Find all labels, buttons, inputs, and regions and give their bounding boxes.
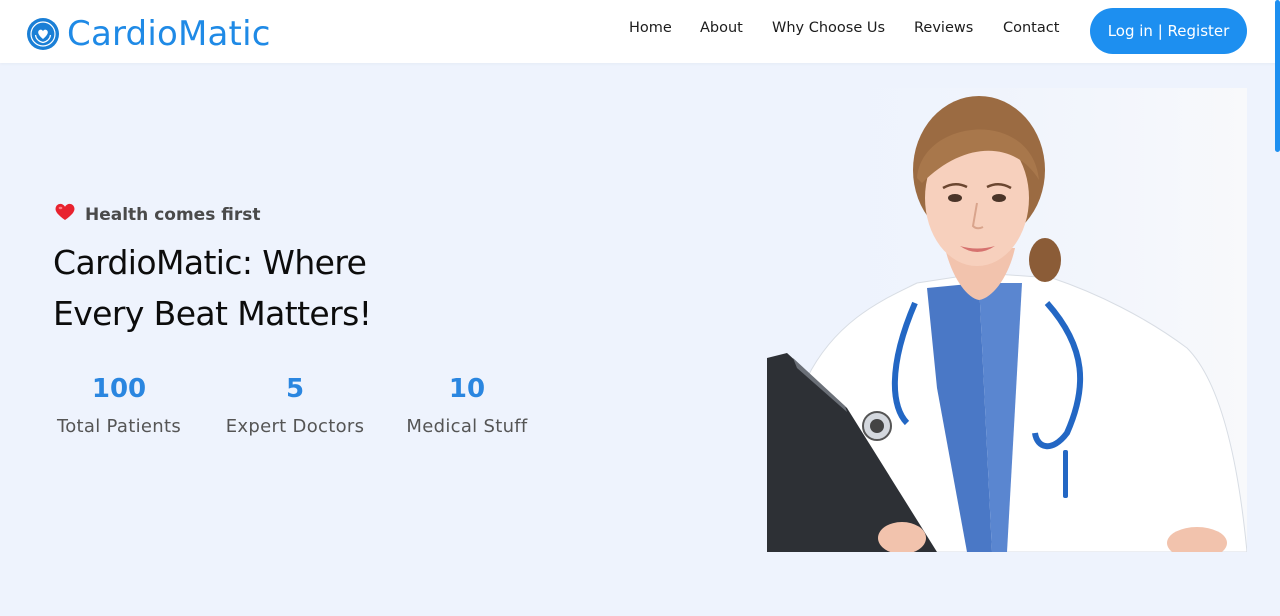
nav-home[interactable]: Home xyxy=(629,20,672,36)
nav-about[interactable]: About xyxy=(700,20,743,36)
stat-label: Medical Stuff xyxy=(406,416,528,437)
brand-logo-link[interactable]: CardioMatic xyxy=(27,14,271,54)
heart-icon xyxy=(55,203,75,226)
navbar: CardioMatic Home About Why Choose Us Rev… xyxy=(0,0,1280,63)
stat-expert-doctors: 5 Expert Doctors xyxy=(225,374,365,437)
doctor-illustration xyxy=(767,88,1248,559)
hero-headline: CardioMatic: Where Every Beat Matters! xyxy=(53,237,453,339)
headline-line-2: Every Beat Matters! xyxy=(53,294,372,333)
stat-label: Expert Doctors xyxy=(225,416,365,437)
page-scrollbar[interactable] xyxy=(1275,0,1280,152)
nav-why-choose-us[interactable]: Why Choose Us xyxy=(772,20,885,36)
headline-line-1: CardioMatic: Where xyxy=(53,243,367,282)
tagline-text: Health comes first xyxy=(85,204,261,225)
hero-section: Health comes first CardioMatic: Where Ev… xyxy=(0,63,1280,616)
stat-value: 5 xyxy=(285,374,305,404)
nav-reviews[interactable]: Reviews xyxy=(914,20,973,36)
stat-label: Total Patients xyxy=(56,416,181,437)
stat-total-patients: 100 Total Patients xyxy=(53,374,185,437)
stat-value: 100 xyxy=(91,374,147,404)
nav-contact[interactable]: Contact xyxy=(1003,20,1059,36)
heart-hands-icon xyxy=(27,18,59,50)
login-register-button[interactable]: Log in | Register xyxy=(1090,8,1247,54)
tagline: Health comes first xyxy=(55,203,260,226)
stat-value: 10 xyxy=(448,374,486,404)
stat-medical-stuff: 10 Medical Stuff xyxy=(404,374,530,437)
brand-name: CardioMatic xyxy=(67,14,271,54)
